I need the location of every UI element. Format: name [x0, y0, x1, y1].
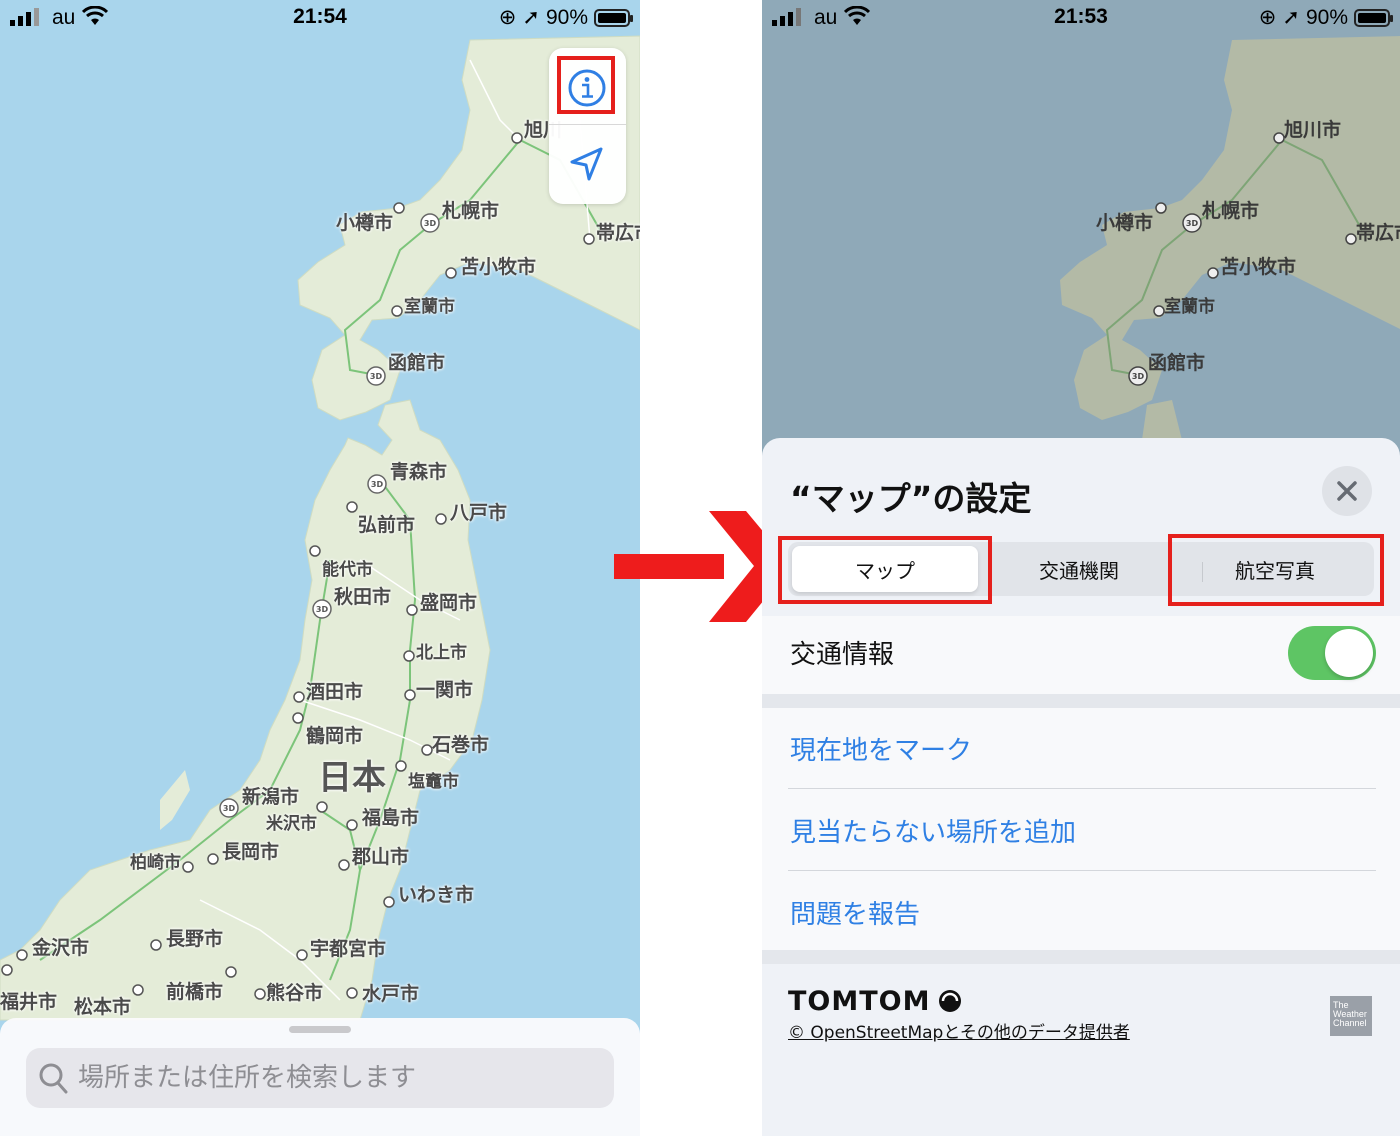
traffic-row: 交通情報	[762, 616, 1400, 694]
sheet-grabber[interactable]	[289, 1026, 351, 1033]
map-label-matsumoto: 松本市	[74, 996, 132, 1018]
map-label-ichinoseki: 一関市	[416, 679, 474, 701]
location-arrow-icon: ➚	[522, 6, 540, 29]
map-label-noshiro: 能代市	[322, 560, 373, 580]
action-list: 現在地をマーク 見当たらない場所を追加 問題を報告	[762, 708, 1400, 954]
map-label-nagaoka: 長岡市	[222, 841, 280, 863]
map-canvas[interactable]	[0, 0, 640, 1136]
battery-icon	[594, 8, 633, 27]
badge-3d-hakodate-dimmed: 3D	[1132, 372, 1145, 381]
add-missing-place-link[interactable]: 見当たらない場所を追加	[790, 812, 1076, 849]
map-label-tsuruoka: 鶴岡市	[306, 725, 364, 747]
map-label-maebashi: 前橋市	[166, 981, 224, 1003]
map-label-otaru: 小樽市	[336, 212, 394, 234]
map-label-kitakami: 北上市	[416, 643, 467, 663]
map-label-asahikawa: 旭川市	[1284, 119, 1342, 141]
settings-title: “マップ”の設定	[790, 479, 1032, 518]
map-label-aomori: 青森市	[390, 461, 448, 483]
orientation-lock-icon: ⊕	[1258, 6, 1277, 29]
current-location-button[interactable]	[557, 136, 617, 192]
toggle-knob	[1325, 629, 1373, 677]
map-label-nagano: 長野市	[166, 928, 224, 950]
right-phone-screen: 3D 3D au 21:53 ⊕ ➚ 90% 旭川市 小樽市 札幌市 帯広市 苫…	[762, 0, 1400, 1136]
search-field[interactable]	[26, 1048, 614, 1108]
status-bar: au 21:54 ⊕ ➚ 90%	[0, 0, 640, 36]
map-label-koriyama: 郡山市	[352, 846, 410, 868]
tomtom-mark-icon	[939, 990, 961, 1012]
map-label-otaru: 小樽市	[1096, 212, 1154, 234]
map-label-tomakomai: 苫小牧市	[460, 256, 537, 278]
map-label-hakodate: 函館市	[388, 352, 446, 374]
search-sheet	[0, 1018, 640, 1136]
map-label-muroran: 室蘭市	[1164, 297, 1215, 317]
segment-transit[interactable]: 交通機関	[984, 546, 1174, 592]
search-icon	[39, 1063, 68, 1094]
status-bar-right: au 21:53 ⊕ ➚ 90%	[762, 0, 1400, 36]
traffic-label: 交通情報	[790, 640, 895, 670]
map-label-kanazawa: 金沢市	[32, 937, 90, 959]
tomtom-logo: TOMTOM	[788, 986, 931, 1017]
map-label-obihiro: 帯広市	[1356, 222, 1400, 244]
search-input[interactable]	[78, 1056, 598, 1100]
map-label-utsunomiya: 宇都宮市	[310, 938, 387, 960]
map-label-tomakomai: 苫小牧市	[1220, 256, 1297, 278]
status-right-group: ⊕ ➚ 90%	[1258, 5, 1393, 30]
map-label-sapporo: 札幌市	[1202, 200, 1260, 222]
map-label-muroran: 室蘭市	[404, 297, 455, 317]
map-label-mito: 水戸市	[362, 983, 420, 1005]
badge-3d-sapporo-dimmed: 3D	[1186, 219, 1199, 228]
map-label-fukushima: 福島市	[362, 807, 420, 829]
map-label-hirosaki: 弘前市	[358, 514, 416, 536]
map-label-hachinohe: 八戸市	[450, 502, 508, 524]
highlight-box-satellite-segment	[1168, 534, 1384, 606]
map-label-sapporo: 札幌市	[442, 200, 500, 222]
map-label-nihon: 日本	[318, 758, 386, 798]
map-label-obihiro: 帯広市	[596, 222, 640, 244]
list-divider	[788, 788, 1376, 789]
battery-percent: 90%	[545, 5, 588, 29]
map-label-ishinomaki: 石巻市	[432, 734, 490, 756]
map-label-niigata: 新潟市	[242, 786, 300, 808]
traffic-toggle[interactable]	[1288, 626, 1376, 680]
map-label-sakata: 酒田市	[306, 681, 364, 703]
map-label-fukui: 福井市	[0, 991, 58, 1013]
map-label-yonezawa: 米沢市	[266, 814, 317, 834]
map-label-hakodate: 函館市	[1148, 352, 1206, 374]
weather-channel-logo: The Weather Channel	[1330, 996, 1372, 1036]
highlight-box-info	[557, 56, 615, 114]
battery-icon	[1354, 8, 1393, 27]
group-separator	[762, 694, 1400, 708]
map-label-kumagaya: 熊谷市	[266, 982, 324, 1004]
map-label-akita: 秋田市	[334, 586, 392, 608]
map-label-shiogama: 塩竈市	[408, 772, 459, 792]
orientation-lock-icon: ⊕	[498, 6, 517, 29]
map-label-morioka: 盛岡市	[420, 592, 478, 614]
maps-settings-sheet: “マップ”の設定 マップ 交通機関 航空写真 交通情報 現在地をマーク 見当たら…	[762, 438, 1400, 1136]
report-issue-link[interactable]: 問題を報告	[790, 894, 920, 931]
highlight-box-map-segment	[778, 536, 992, 604]
left-phone-screen: au 21:54 ⊕ ➚ 90% 旭川 小樽市 札幌市 帯広市 苫小牧市 室蘭市…	[0, 0, 640, 1136]
mark-location-link[interactable]: 現在地をマーク	[790, 730, 972, 767]
status-right-group: ⊕ ➚ 90%	[498, 5, 633, 30]
list-divider	[788, 870, 1376, 871]
location-arrow-icon: ➚	[1282, 6, 1300, 29]
controls-divider	[549, 124, 626, 125]
group-separator	[762, 950, 1400, 964]
location-arrow-icon	[570, 147, 603, 181]
screenshot-composite: { "left_screen": { "status": { "carrier"…	[0, 0, 1400, 1136]
map-label-kashiwazaki: 柏崎市	[130, 853, 181, 873]
close-button[interactable]	[1322, 466, 1372, 516]
battery-percent: 90%	[1305, 5, 1348, 29]
osm-credit-link[interactable]: © OpenStreetMapとその他のデータ提供者	[788, 1018, 1130, 1043]
close-icon	[1337, 481, 1357, 501]
map-label-iwaki: いわき市	[398, 884, 475, 906]
